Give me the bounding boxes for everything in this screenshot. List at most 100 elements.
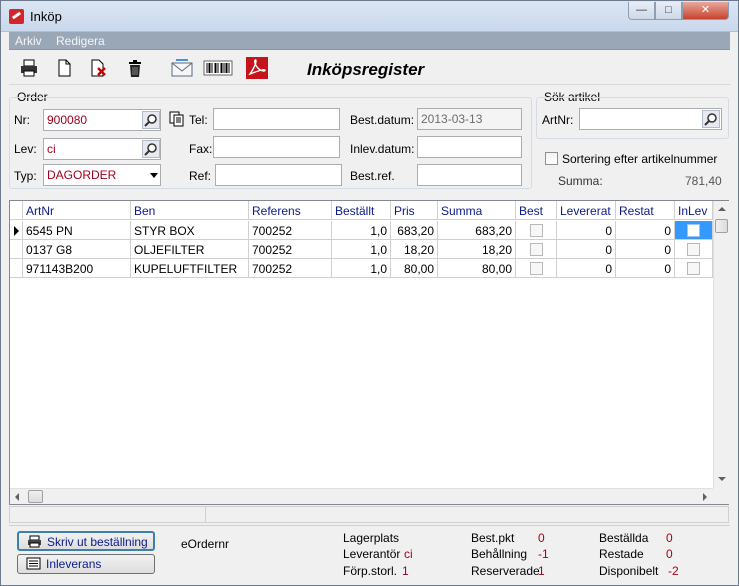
delete-document-icon[interactable] [86,56,110,80]
summa-value: 781,40 [685,174,722,188]
best-checkbox[interactable] [530,224,543,237]
column-header-pris[interactable]: Pris [391,201,438,220]
inleverans-button[interactable]: Inleverans [17,554,155,574]
cell-restat[interactable]: 0 [616,221,675,240]
printer-icon[interactable] [17,56,41,80]
trash-icon[interactable] [123,56,147,80]
inlevdatum-field[interactable] [417,136,522,158]
scroll-left-icon[interactable] [15,493,19,501]
cell-ben[interactable]: OLJEFILTER [131,240,249,259]
cell-best[interactable] [516,240,557,259]
cell-summa[interactable]: 80,00 [438,259,516,278]
bestpkt-label: Best.pkt [471,531,515,545]
column-header-summa[interactable]: Summa [438,201,516,220]
column-header-best[interactable]: Best [516,201,557,220]
cell-best[interactable] [516,221,557,240]
fax-label: Fax: [189,142,213,156]
cell-levererat[interactable]: 0 [557,221,616,240]
close-button[interactable]: ✕ [682,2,729,20]
cell-bestallt[interactable]: 1,0 [332,259,391,278]
cell-levererat[interactable]: 0 [557,240,616,259]
cell-levererat[interactable]: 0 [557,259,616,278]
new-document-icon[interactable] [52,56,76,80]
search-artnr-button[interactable] [702,110,720,128]
menu-arkiv[interactable]: Arkiv [15,34,42,48]
cell-inlev[interactable] [675,221,713,240]
cell-summa[interactable]: 683,20 [438,221,516,240]
pdf-icon[interactable] [245,56,269,80]
row-header[interactable] [10,240,23,259]
tel-label: Tel: [189,113,208,127]
cell-restat[interactable]: 0 [616,240,675,259]
menu-redigera[interactable]: Redigera [56,34,105,48]
inlev-checkbox[interactable] [687,243,700,256]
cell-artnr[interactable]: 971143B200 [23,259,131,278]
print-order-button[interactable]: Skriv ut beställning [17,531,155,551]
cell-ben[interactable]: STYR BOX [131,221,249,240]
cell-best[interactable] [516,259,557,278]
bestdatum-field[interactable]: 2013-03-13 [417,108,522,130]
reserverade-value: 1 [538,564,545,578]
cell-restat[interactable]: 0 [616,259,675,278]
column-header-bestallt[interactable]: Beställt [332,201,391,220]
cell-referens[interactable]: 700252 [249,259,332,278]
horizontal-scroll-thumb[interactable] [28,490,43,503]
nr-label: Nr: [14,113,30,127]
lev-search-button[interactable] [142,140,160,158]
table-row[interactable]: 0137 G8 OLJEFILTER 700252 1,0 18,20 18,2… [10,240,713,259]
inlev-checkbox[interactable] [687,224,700,237]
copy-icon[interactable] [168,110,186,128]
inlev-checkbox[interactable] [687,262,700,275]
register-title: Inköpsregister [307,60,425,79]
disponibelt-value: -2 [668,564,679,578]
cell-summa[interactable]: 18,20 [438,240,516,259]
email-icon[interactable] [170,56,194,80]
cell-artnr[interactable]: 0137 G8 [23,240,131,259]
ref-field[interactable] [215,164,342,186]
row-header[interactable] [10,221,23,240]
scroll-up-icon[interactable] [718,207,726,211]
column-header-levererat[interactable]: Levererat [557,201,616,220]
lev-label: Lev: [14,142,37,156]
cell-bestallt[interactable]: 1,0 [332,221,391,240]
cell-artnr[interactable]: 6545 PN [23,221,131,240]
scroll-right-icon[interactable] [703,493,707,501]
bestref-field[interactable] [417,164,522,186]
vertical-scroll-thumb[interactable] [715,219,728,233]
horizontal-scrollbar[interactable] [10,488,713,504]
fax-field[interactable] [213,136,340,158]
table-row[interactable]: 6545 PN STYR BOX 700252 1,0 683,20 683,2… [10,221,713,240]
sort-checkbox[interactable] [545,152,558,165]
cell-pris[interactable]: 18,20 [391,240,438,259]
leverantor-value: ci [404,547,413,561]
chevron-down-icon [150,173,158,178]
cell-inlev[interactable] [675,240,713,259]
column-header-artnr[interactable]: ArtNr [23,201,131,220]
vertical-scrollbar[interactable] [713,201,729,488]
nr-search-button[interactable] [142,111,160,129]
table-row[interactable]: 971143B200 KUPELUFTFILTER 700252 1,0 80,… [10,259,713,278]
barcode-icon[interactable] [203,56,233,80]
row-header[interactable] [10,259,23,278]
scroll-down-icon[interactable] [718,477,726,481]
cell-referens[interactable]: 700252 [249,221,332,240]
search-artnr-field[interactable] [579,108,722,130]
reserverade-label: Reserverade [471,564,540,578]
maximize-button[interactable]: □ [655,2,682,20]
best-checkbox[interactable] [530,262,543,275]
cell-bestallt[interactable]: 1,0 [332,240,391,259]
cell-referens[interactable]: 700252 [249,240,332,259]
tel-field[interactable] [213,108,340,130]
column-header-inlev[interactable]: InLev [675,201,713,220]
minimize-button[interactable]: — [628,2,655,20]
cell-ben[interactable]: KUPELUFTFILTER [131,259,249,278]
cell-pris[interactable]: 80,00 [391,259,438,278]
column-header-referens[interactable]: Referens [249,201,332,220]
cell-inlev[interactable] [675,259,713,278]
typ-dropdown[interactable]: DAGORDER [43,164,161,186]
column-header-restat[interactable]: Restat [616,201,675,220]
column-header-ben[interactable]: Ben [131,201,249,220]
restade-value: 0 [666,547,673,561]
cell-pris[interactable]: 683,20 [391,221,438,240]
best-checkbox[interactable] [530,243,543,256]
